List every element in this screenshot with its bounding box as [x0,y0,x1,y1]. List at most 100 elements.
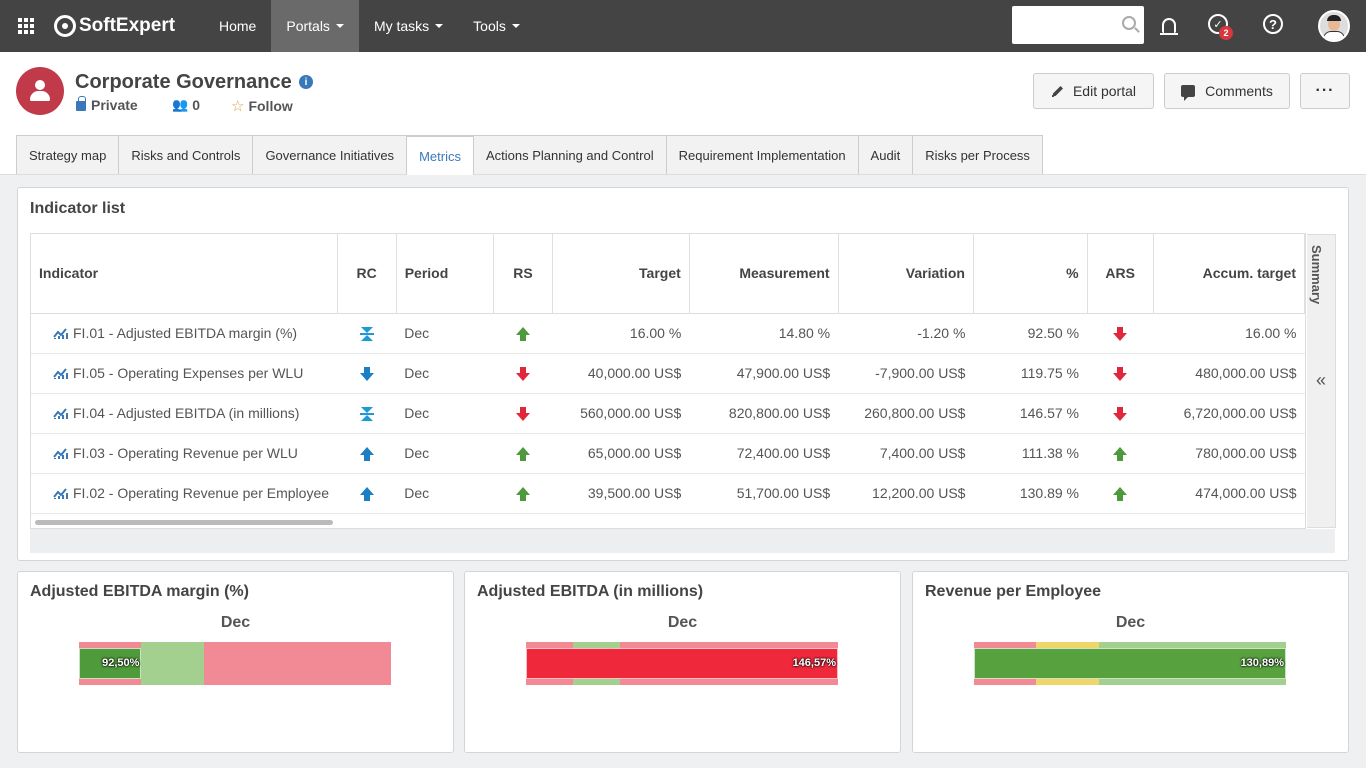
cell-variation: 7,400.00 US$ [838,433,974,474]
arrow-down-red-icon [515,406,530,421]
visibility-label: Private [91,97,138,113]
col-percent[interactable]: % [973,234,1088,314]
gauge-card: Revenue per Employee Dec 130,89% [912,571,1349,753]
cell-period: Dec [396,473,494,514]
cell-rs [493,313,553,354]
members-count-value: 0 [192,97,200,113]
gauge-title: Adjusted EBITDA (in millions) [477,583,704,600]
tab-risks-per-process[interactable]: Risks per Process [912,135,1043,174]
cell-target: 39,500.00 US$ [552,473,690,514]
double-chevron-left-icon[interactable]: « [1316,370,1326,391]
arrow-up-green-icon [1113,486,1128,501]
cell-rc [337,393,397,434]
col-rc[interactable]: RC [337,234,397,314]
cell-target: 40,000.00 US$ [552,353,690,394]
col-ars[interactable]: ARS [1087,234,1154,314]
cell-percent: 111.38 % [973,433,1088,474]
search-icon[interactable] [1122,16,1136,30]
table-row[interactable]: FI.04 - Adjusted EBITDA (in millions) Dec… [31,393,1305,434]
notifications-bell-icon[interactable] [1158,14,1180,36]
arrow-down-red-icon [1113,366,1128,381]
cell-period: Dec [396,353,494,394]
arrow-down-blue-icon [359,366,374,381]
table-row[interactable]: FI.01 - Adjusted EBITDA margin (%) Dec 16.… [31,313,1305,354]
cell-indicator[interactable]: FI.04 - Adjusted EBITDA (in millions) [31,393,338,434]
search-input[interactable] [1012,6,1144,44]
cell-variation: 12,200.00 US$ [838,473,974,514]
help-icon[interactable]: ? [1263,14,1283,34]
cell-accum-target: 16.00 % [1153,313,1305,354]
follow-label: Follow [248,98,293,114]
user-avatar[interactable] [1318,10,1350,42]
cell-variation: -1.20 % [838,313,974,354]
col-accum-target[interactable]: Accum. target [1153,234,1305,314]
gauge-title: Adjusted EBITDA margin (%) [30,583,249,600]
col-variation[interactable]: Variation [838,234,974,314]
arrow-up-green-icon [515,446,530,461]
gauge-title: Revenue per Employee [925,583,1102,600]
cell-indicator[interactable]: FI.02 - Operating Revenue per Employee [31,473,338,514]
col-period[interactable]: Period [396,234,495,314]
caret-down-icon [335,24,344,28]
col-target[interactable]: Target [552,234,690,314]
brand-name: SoftExpert [79,15,176,36]
summary-side-panel-toggle[interactable]: Summary « [1307,234,1336,528]
nav-portals[interactable]: Portals [271,0,359,52]
col-indicator[interactable]: Indicator [31,234,338,314]
lock-icon [76,96,86,111]
tab-audit[interactable]: Audit [857,135,914,174]
gauge-period: Dec [667,614,698,631]
gauge-card: Adjusted EBITDA (in millions) Dec 146,57… [464,571,901,753]
gauge-bar[interactable]: 146,57% [526,642,838,685]
info-icon[interactable]: i [299,75,313,89]
col-measurement[interactable]: Measurement [689,234,839,314]
tab-requirement-implementation[interactable]: Requirement Implementation [665,135,859,174]
members-count[interactable]: 👥 0 [172,97,200,113]
gauge-bar[interactable]: 130,89% [974,642,1286,685]
cell-measurement: 51,700.00 US$ [689,473,839,514]
nav-my-tasks[interactable]: My tasks [359,0,458,52]
cell-measurement: 72,400.00 US$ [689,433,839,474]
cell-period: Dec [396,393,494,434]
brand-logo[interactable]: SoftExpert [54,15,204,37]
tab-governance-initiatives[interactable]: Governance Initiatives [252,135,408,174]
gauge-band [203,642,391,685]
portal-title: Corporate Governance [75,71,292,93]
cell-rc [337,313,397,354]
gauge-bar[interactable]: 92,50% [79,642,391,685]
tab-risks-and-controls[interactable]: Risks and Controls [118,135,254,174]
nav-home[interactable]: Home [204,0,271,52]
star-icon: ☆ [231,98,245,115]
tab-strategy-map[interactable]: Strategy map [16,135,120,174]
cell-indicator[interactable]: FI.01 - Adjusted EBITDA margin (%) [31,313,338,354]
arrow-down-red-icon [515,366,530,381]
nav-tools[interactable]: Tools [458,0,535,52]
follow-button[interactable]: ☆ Follow [231,97,293,115]
comments-button[interactable]: Comments [1164,73,1290,109]
horizontal-scrollbar[interactable] [35,520,333,525]
col-rs[interactable]: RS [493,234,553,314]
table-row[interactable]: FI.02 - Operating Revenue per Employee De… [31,473,1305,514]
table-row[interactable]: FI.05 - Operating Expenses per WLU Dec 40,… [31,353,1305,394]
cell-percent: 146.57 % [973,393,1088,434]
portal-tabs: Strategy map Risks and Controls Governan… [16,135,1043,175]
apps-grid-icon[interactable] [0,0,52,52]
table-header-row: Indicator RC Period RS Target Measuremen… [31,234,1305,314]
edit-portal-label: Edit portal [1072,83,1137,99]
indicator-table-viewport[interactable]: Indicator RC Period RS Target Measuremen… [30,233,1306,529]
tab-actions-planning-and-control[interactable]: Actions Planning and Control [472,135,667,174]
cell-rc [337,353,397,394]
cell-period: Dec [396,313,494,354]
more-options-button[interactable]: ··· [1300,73,1350,109]
gauge-value-label: 130,89% [1240,657,1284,669]
gauge-value-bar [526,648,838,679]
indicator-chart-icon [53,328,68,339]
table-row[interactable]: FI.03 - Operating Revenue per WLU Dec 65,0… [31,433,1305,474]
cell-indicator[interactable]: FI.03 - Operating Revenue per WLU [31,433,338,474]
cell-percent: 130.89 % [973,473,1088,514]
edit-portal-button[interactable]: Edit portal [1033,73,1154,109]
caret-down-icon [511,24,520,28]
tab-metrics[interactable]: Metrics [406,135,474,175]
cell-indicator[interactable]: FI.05 - Operating Expenses per WLU [31,353,338,394]
range-target-icon [359,326,374,341]
